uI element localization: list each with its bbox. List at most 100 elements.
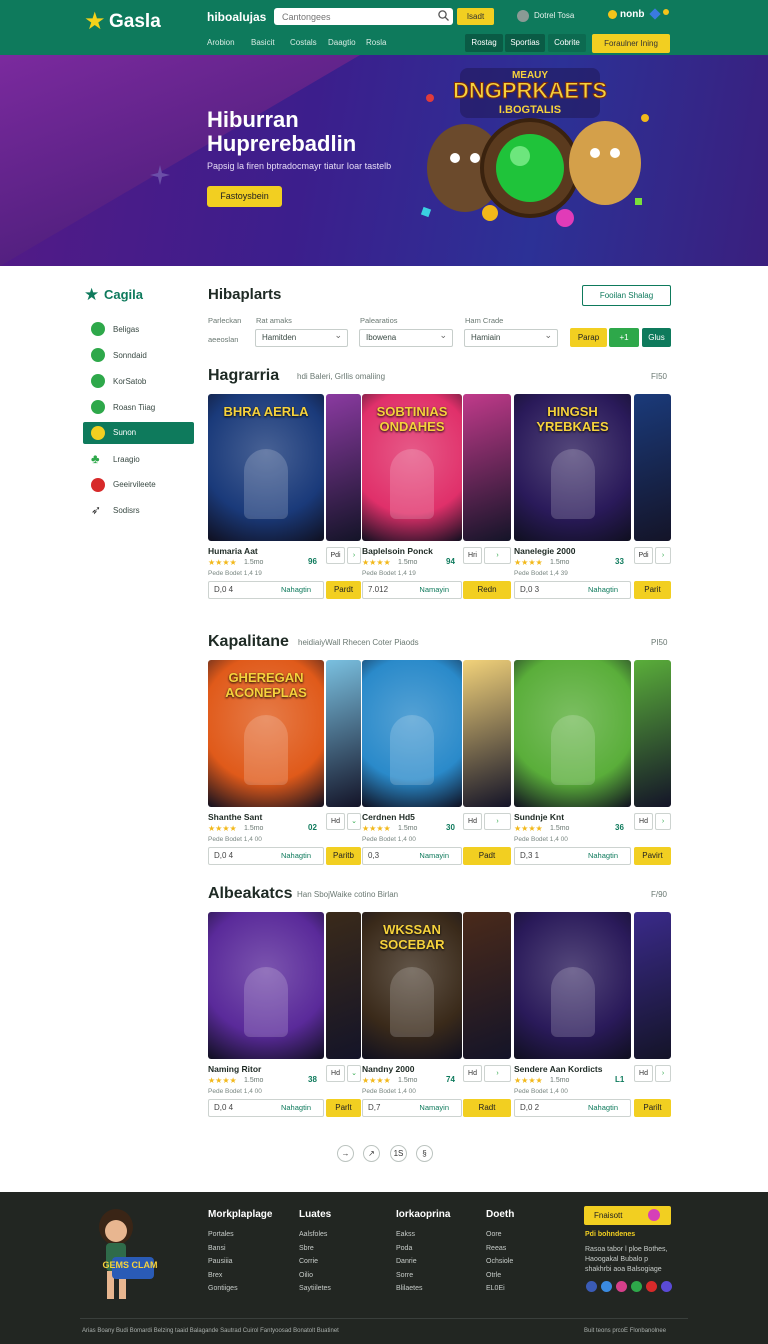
footer-link[interactable]: Sorre (396, 1272, 413, 1279)
footer-link[interactable]: Corrie (299, 1258, 318, 1265)
chevron-down-icon[interactable]: › (347, 547, 361, 564)
game-cover[interactable] (514, 660, 631, 807)
footer-link[interactable]: EL0Ei (486, 1285, 505, 1292)
game-thumbnail[interactable] (326, 660, 361, 807)
search-button[interactable]: Isadt (457, 8, 494, 25)
chevron-down-icon[interactable]: › (484, 813, 511, 830)
price-link[interactable]: Nahagtin (281, 848, 311, 864)
chevron-down-icon[interactable]: › (484, 1065, 511, 1082)
chevron-down-icon[interactable]: › (655, 547, 671, 564)
tab-1[interactable]: Rostag (465, 34, 503, 52)
play-button[interactable]: Pavirt (634, 847, 671, 865)
footer-link[interactable]: Portales (208, 1231, 234, 1238)
twitter-icon[interactable] (601, 1281, 612, 1292)
facebook-icon[interactable] (586, 1281, 597, 1292)
price-link[interactable]: Nahagtin (588, 582, 618, 598)
chevron-down-icon[interactable]: › (484, 547, 511, 564)
footer-link[interactable]: Bansi (208, 1245, 226, 1252)
game-title[interactable]: Nandny 2000 (362, 1064, 414, 1074)
game-thumbnail[interactable] (463, 912, 511, 1059)
game-cover[interactable]: WKSSAN SOCEBAR (362, 912, 462, 1059)
game-cover[interactable] (362, 660, 462, 807)
logo-text[interactable]: Gasla (109, 11, 161, 33)
play-button[interactable]: Radt (463, 1099, 511, 1117)
nav-link[interactable]: Daagtio (328, 38, 356, 47)
user-avatar-icon[interactable] (517, 10, 529, 22)
filter-select-3[interactable]: Hamiain (464, 327, 558, 347)
price-box[interactable]: D,7 Namayin (362, 1099, 462, 1117)
nav-link[interactable]: Rosla (366, 38, 386, 47)
game-cover[interactable]: GHEREGAN ACONEPLAS (208, 660, 324, 807)
footer-link[interactable]: Eakss (396, 1231, 415, 1238)
tab-3[interactable]: Cobrite (548, 34, 586, 52)
game-title[interactable]: Sundnje Knt (514, 812, 564, 822)
nav-link[interactable]: Basicit (251, 38, 275, 47)
brand-label[interactable]: hiboalujas (207, 10, 266, 24)
play-button[interactable]: Padt (463, 847, 511, 865)
game-thumbnail[interactable] (463, 660, 511, 807)
mini-button[interactable]: Hd (634, 813, 653, 830)
filter-select-1[interactable]: Hamitden (255, 327, 348, 347)
outline-button[interactable]: Fooilan Shalag (582, 285, 671, 306)
price-link[interactable]: Nahagtin (588, 848, 618, 864)
mini-button[interactable]: Hri (463, 547, 482, 564)
mini-button[interactable]: Hd (463, 1065, 482, 1082)
filter-select-2[interactable]: Ibowena (359, 327, 453, 347)
footer-link[interactable]: Sbre (299, 1245, 314, 1252)
footer-link[interactable]: Gontiiges (208, 1285, 238, 1292)
play-button[interactable]: Redn (463, 581, 511, 599)
mini-button[interactable]: Pdi (326, 547, 345, 564)
game-title[interactable]: Baplelsoin Ponck (362, 546, 433, 556)
game-cover[interactable]: BHRA AERLA (208, 394, 324, 541)
game-title[interactable]: Sendere Aan Kordicts (514, 1064, 603, 1074)
search-input[interactable] (274, 8, 453, 25)
game-cover[interactable]: SOBTINIAS ONDAHES (362, 394, 462, 541)
mini-button[interactable]: Pdi (634, 547, 653, 564)
game-title[interactable]: Shanthe Sant (208, 812, 262, 822)
play-button[interactable]: Pardt (326, 581, 361, 599)
chevron-down-icon[interactable]: ⌄ (347, 813, 361, 830)
game-title[interactable]: Naming Ritor (208, 1064, 261, 1074)
nav-link[interactable]: Costals (290, 38, 317, 47)
play-button[interactable]: Parit (634, 581, 671, 599)
footer-link[interactable]: Ochsiole (486, 1258, 513, 1265)
game-thumbnail[interactable] (634, 394, 671, 541)
footer-link[interactable]: Aalsfoles (299, 1231, 327, 1238)
pagination-item[interactable]: 1S (390, 1145, 407, 1162)
mini-button[interactable]: Hd (634, 1065, 653, 1082)
footer-link[interactable]: Oore (486, 1231, 502, 1238)
price-box[interactable]: 7.012 Namayin (362, 581, 462, 599)
play-button[interactable]: Paritb (326, 847, 361, 865)
pagination-prev[interactable]: → (337, 1145, 354, 1162)
game-cover[interactable]: HINGSH YREBKAES (514, 394, 631, 541)
price-link[interactable]: Nahagtin (281, 582, 311, 598)
discord-icon[interactable] (661, 1281, 672, 1292)
notification-dot-icon[interactable] (663, 9, 669, 15)
filter-pill-3[interactable]: Glus (642, 328, 671, 347)
play-button[interactable]: Parilt (634, 1099, 671, 1117)
pagination-item[interactable]: ↗ (363, 1145, 380, 1162)
search-icon[interactable] (437, 9, 450, 22)
game-thumbnail[interactable] (634, 660, 671, 807)
price-link[interactable]: Namayin (419, 1100, 449, 1116)
price-link[interactable]: Namayin (419, 848, 449, 864)
mini-button[interactable]: Hd (326, 1065, 345, 1082)
footer-link[interactable]: Pausiiia (208, 1258, 233, 1265)
tab-2[interactable]: Sportias (505, 34, 545, 52)
footer-link[interactable]: Oilio (299, 1272, 313, 1279)
game-cover[interactable] (514, 912, 631, 1059)
header-cta-button[interactable]: Foraulner Ining (592, 34, 670, 53)
chevron-down-icon[interactable]: › (655, 813, 671, 830)
mini-button[interactable]: Hd (326, 813, 345, 830)
footer-link[interactable]: Reeas (486, 1245, 506, 1252)
price-link[interactable]: Nahagtin (588, 1100, 618, 1116)
nav-link[interactable]: Arobion (207, 38, 235, 47)
game-thumbnail[interactable] (326, 912, 361, 1059)
footer-link[interactable]: Otrle (486, 1272, 501, 1279)
price-box[interactable]: D,0 4 Nahagtin (208, 1099, 324, 1117)
footer-link[interactable]: Danrie (396, 1258, 417, 1265)
footer-link[interactable]: Saytiiletes (299, 1285, 331, 1292)
price-box[interactable]: D,0 3 Nahagtin (514, 581, 631, 599)
pagination-next[interactable]: § (416, 1145, 433, 1162)
footer-link[interactable]: Brex (208, 1272, 222, 1279)
